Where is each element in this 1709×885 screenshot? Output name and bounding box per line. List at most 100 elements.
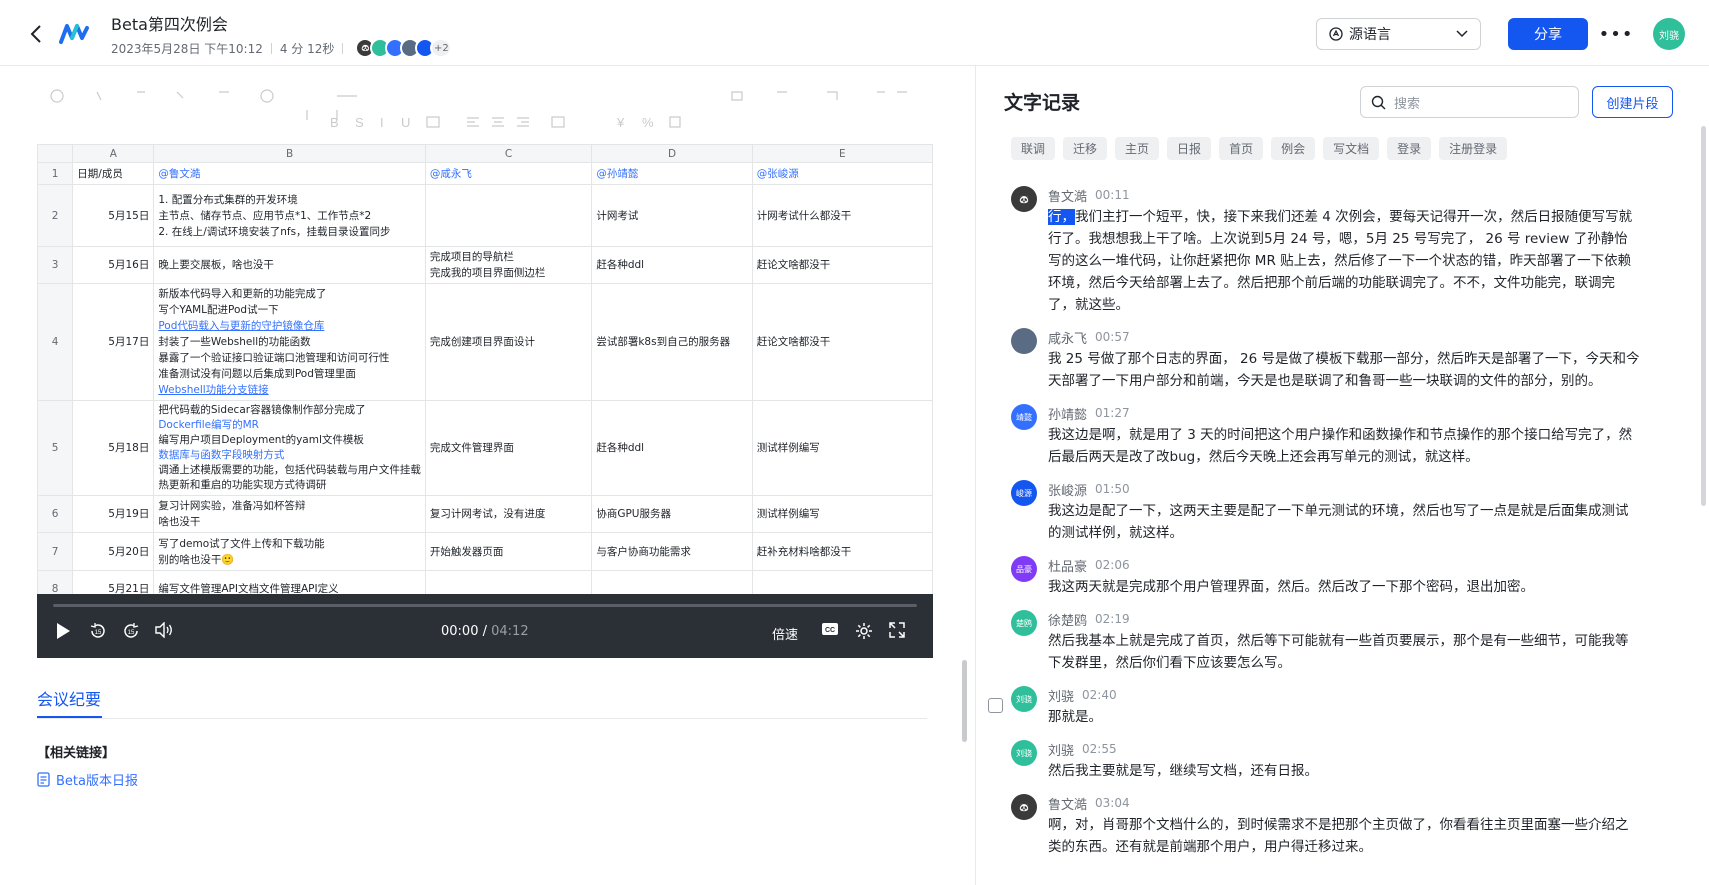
transcript-text[interactable]: 我这边是配了一下，这两天主要是配了一下单元测试的环境，然后也写了一点是就是后面集… — [1048, 500, 1641, 544]
back-icon[interactable] — [22, 20, 50, 48]
timestamp[interactable]: 01:27 — [1095, 406, 1130, 420]
transcript-text[interactable]: 那就是。 — [1048, 706, 1641, 728]
keyword-tag[interactable]: 写文档 — [1323, 137, 1380, 160]
table-cell[interactable]: 把代码载的Sidecar容器镜像制作部分完成了 Dockerfile编写的MR … — [153, 400, 426, 496]
table-cell[interactable]: 赶各种ddl — [591, 246, 753, 284]
transcript-entry[interactable]: 靖懿 孙靖懿 01:27 我这边是啊，就是用了 3 天的时间把这个用户操作和函数操… — [1011, 404, 1641, 468]
cell-link[interactable]: Pod代码载入与更新的守护镜像仓库 — [158, 318, 421, 334]
table-cell[interactable]: 复习计网考试，没有进度 — [424, 495, 593, 533]
table-cell[interactable]: @张峻源 — [751, 162, 933, 185]
speed-button[interactable]: 倍速 — [772, 624, 798, 643]
column-header[interactable]: D — [591, 144, 753, 163]
table-cell[interactable]: 完成文件管理界面 — [424, 400, 593, 496]
cell-link[interactable]: Dockerfile编写的MR — [158, 418, 421, 433]
transcript-text[interactable]: 然后我主要就是写，继续写文档，还有日报。 — [1048, 760, 1641, 782]
transcript-entry[interactable]: 刘骁 刘骁 02:40 那就是。 — [1011, 686, 1641, 728]
doc-link[interactable]: Beta版本日报 — [37, 770, 138, 789]
column-header[interactable]: E — [751, 144, 933, 163]
column-header[interactable]: C — [424, 144, 593, 163]
search-input[interactable]: 搜索 — [1360, 86, 1579, 118]
keyword-tag[interactable]: 主页 — [1115, 137, 1160, 160]
rewind-15-icon[interactable]: 15 — [89, 622, 107, 640]
table-cell[interactable]: 新版本代码导入和更新的功能完成了 写个YAML配进Pod试一下 Pod代码载入与… — [153, 283, 426, 401]
table-cell[interactable]: 5月17日 — [72, 283, 155, 401]
transcript-entry[interactable]: 峻源 张峻源 01:50 我这边是配了一下，这两天主要是配了一下单元测试的环境，然… — [1011, 480, 1641, 544]
keyword-tag[interactable]: 注册登录 — [1439, 137, 1508, 160]
forward-15-icon[interactable]: 15 — [122, 622, 140, 640]
table-cell[interactable]: 测试样例编写 — [751, 495, 933, 533]
timestamp[interactable]: 00:57 — [1095, 330, 1130, 344]
tab-meeting-summary[interactable]: 会议纪要 — [37, 686, 101, 710]
transcript-entry[interactable]: 🐼 鲁文澔 00:11 行，我们主打一个短平，快，接下来我们还差 4 次例会，要每… — [1011, 186, 1641, 316]
transcript-entry[interactable]: 楚鸥 徐楚鸥 02:19 然后我基本上就是完成了首页，然后等下可能就有一些首页要展… — [1011, 610, 1641, 674]
cell-link[interactable]: 数据库与函数字段映射方式 — [158, 448, 421, 463]
table-cell[interactable]: 协商GPU服务器 — [591, 495, 753, 533]
table-cell[interactable]: 5月21日 — [72, 570, 155, 594]
speaker-name[interactable]: 孙靖懿 — [1048, 404, 1087, 423]
speaker-name[interactable]: 刘骁 — [1048, 740, 1074, 759]
table-cell[interactable]: 5月20日 — [72, 532, 155, 571]
table-cell[interactable]: 与客户协商功能需求 — [591, 532, 753, 571]
table-cell[interactable]: 5月18日 — [72, 400, 155, 496]
transcript-text[interactable]: 我 25 号做了那个日志的界面， 26 号是做了模板下载那一部分，然后昨天是部署… — [1048, 348, 1641, 392]
timestamp[interactable]: 02:06 — [1095, 558, 1130, 572]
scrollbar[interactable] — [962, 660, 967, 742]
play-icon[interactable] — [55, 622, 71, 640]
table-cell[interactable]: 赶各种ddl — [591, 400, 753, 496]
scrollbar[interactable] — [1701, 126, 1706, 506]
table-cell[interactable]: 赶补充材料啥都没干 — [751, 532, 933, 571]
speaker-name[interactable]: 徐楚鸥 — [1048, 610, 1087, 629]
table-cell[interactable]: 晚上要交展板，啥也没干 — [153, 246, 426, 284]
transcript-entry[interactable]: 品豪 杜品豪 02:06 我这两天就是完成那个用户管理界面，然后。然后改了一下那个… — [1011, 556, 1641, 598]
cell-link[interactable]: Webshell功能分支链接 — [158, 382, 421, 398]
table-cell[interactable]: 写了demo试了文件上传和下载功能 别的啥也没干🙂 — [153, 532, 426, 571]
table-cell[interactable] — [424, 570, 593, 594]
column-header[interactable]: A — [72, 144, 155, 163]
table-cell[interactable] — [424, 184, 593, 247]
keyword-tag[interactable]: 例会 — [1271, 137, 1316, 160]
share-button[interactable]: 分享 — [1508, 18, 1588, 50]
table-cell[interactable]: 5月15日 — [72, 184, 155, 247]
keyword-tag[interactable]: 联调 — [1011, 137, 1056, 160]
more-icon[interactable]: ••• — [1599, 20, 1633, 48]
keyword-tag[interactable]: 登录 — [1387, 137, 1432, 160]
transcript-text[interactable]: 我这边是啊，就是用了 3 天的时间把这个用户操作和函数操作和节点操作的那个接口给… — [1048, 424, 1641, 468]
keyword-tag[interactable]: 迁移 — [1063, 137, 1108, 160]
progress-bar[interactable] — [53, 604, 917, 607]
speaker-name[interactable]: 鲁文澔 — [1048, 794, 1087, 813]
table-cell[interactable]: 复习计网实验，准备冯如杯答辩 啥也没干 — [153, 495, 426, 533]
timestamp[interactable]: 01:50 — [1095, 482, 1130, 496]
table-cell[interactable]: @咸永飞 — [424, 162, 593, 185]
table-cell[interactable]: 尝试部署k8s到自己的服务器 — [591, 283, 753, 401]
table-cell[interactable]: 5月16日 — [72, 246, 155, 284]
fullscreen-icon[interactable] — [889, 622, 905, 638]
volume-icon[interactable] — [155, 622, 173, 638]
transcript-entry[interactable]: 🐼 鲁文澔 03:04 啊，对，肖哥那个文档什么的，到时候需求不是把那个主页做了，… — [1011, 794, 1641, 858]
timestamp[interactable]: 00:11 — [1095, 188, 1130, 202]
timestamp[interactable]: 02:40 — [1082, 688, 1117, 702]
speaker-name[interactable]: 刘骁 — [1048, 686, 1074, 705]
table-cell[interactable] — [591, 570, 753, 594]
speaker-name[interactable]: 咸永飞 — [1048, 328, 1087, 347]
table-cell[interactable]: 完成创建项目界面设计 — [424, 283, 593, 401]
speaker-name[interactable]: 鲁文澔 — [1048, 186, 1087, 205]
table-cell[interactable]: 赶论文啥都没干 — [751, 283, 933, 401]
create-clip-button[interactable]: 创建片段 — [1592, 86, 1673, 118]
participant-avatars[interactable]: 🐼 +2 — [355, 38, 453, 58]
keyword-tag[interactable]: 首页 — [1219, 137, 1264, 160]
table-cell[interactable]: 5月19日 — [72, 495, 155, 533]
select-checkbox[interactable] — [988, 698, 1003, 713]
table-cell[interactable]: 计网考试什么都没干 — [751, 184, 933, 247]
column-header[interactable]: B — [153, 144, 426, 163]
table-cell[interactable]: 编写文件管理API文档文件管理API定义 — [153, 570, 426, 594]
table-cell[interactable]: 1. 配置分布式集群的开发环境 主节点、储存节点、应用节点*1、工作节点*2 2… — [153, 184, 426, 247]
table-cell[interactable]: @鲁文澔 — [153, 162, 426, 185]
transcript-text[interactable]: 啊，对，肖哥那个文档什么的，到时候需求不是把那个主页做了，你看看往主页里面塞一些… — [1048, 814, 1641, 858]
table-cell[interactable]: @孙靖懿 — [591, 162, 753, 185]
captions-icon[interactable]: CC — [821, 622, 839, 636]
table-cell[interactable]: 计网考试 — [591, 184, 753, 247]
timestamp[interactable]: 02:19 — [1095, 612, 1130, 626]
table-cell[interactable]: 测试样例编写 — [751, 400, 933, 496]
user-avatar[interactable]: 刘骁 — [1653, 18, 1685, 50]
timestamp[interactable]: 03:04 — [1095, 796, 1130, 810]
